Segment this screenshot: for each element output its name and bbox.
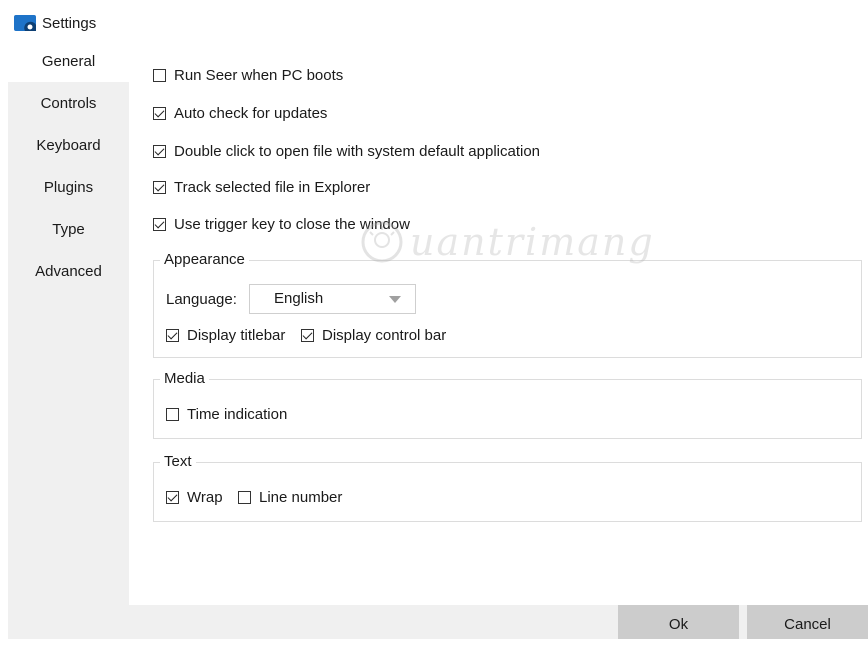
time-indication-checkbox[interactable] bbox=[166, 408, 179, 421]
option-wrap[interactable]: Wrap bbox=[166, 489, 223, 506]
text-group-title: Text bbox=[160, 453, 196, 470]
watermark-logo-icon bbox=[361, 221, 403, 263]
option-label: Display titlebar bbox=[187, 327, 286, 344]
option-double-click-open[interactable]: Double click to open file with system de… bbox=[153, 143, 540, 160]
display-titlebar-checkbox[interactable] bbox=[166, 329, 179, 342]
language-label: Language: bbox=[166, 291, 237, 308]
window-title: Settings bbox=[42, 14, 97, 32]
settings-sidebar: General Controls Keyboard Plugins Type A… bbox=[8, 42, 129, 605]
line-number-checkbox[interactable] bbox=[238, 491, 251, 504]
wrap-checkbox[interactable] bbox=[166, 491, 179, 504]
media-group-title: Media bbox=[160, 370, 209, 387]
option-time-indication[interactable]: Time indication bbox=[166, 406, 287, 423]
option-label: Wrap bbox=[187, 489, 223, 506]
trigger-key-close-checkbox[interactable] bbox=[153, 218, 166, 231]
option-label: Run Seer when PC boots bbox=[174, 67, 344, 84]
dialog-footer: Ok Cancel bbox=[8, 605, 868, 639]
watermark-text: uantrimang bbox=[410, 220, 655, 264]
language-select-value: English bbox=[274, 290, 324, 307]
sidebar-item-type[interactable]: Type bbox=[8, 212, 129, 248]
option-display-titlebar[interactable]: Display titlebar bbox=[166, 327, 285, 344]
chevron-down-icon bbox=[389, 296, 401, 303]
option-label: Track selected file in Explorer bbox=[174, 179, 371, 196]
sidebar-item-keyboard[interactable]: Keyboard bbox=[8, 128, 129, 164]
auto-check-updates-checkbox[interactable] bbox=[153, 107, 166, 120]
run-at-boot-checkbox[interactable] bbox=[153, 69, 166, 82]
watermark: uantrimang bbox=[360, 220, 655, 264]
cancel-button[interactable]: Cancel bbox=[747, 605, 868, 639]
option-label: Line number bbox=[259, 489, 343, 506]
option-auto-check-updates[interactable]: Auto check for updates bbox=[153, 105, 327, 122]
general-settings-panel: Run Seer when PC boots Auto check for up… bbox=[129, 42, 868, 605]
app-icon bbox=[14, 15, 36, 31]
media-group: Media Time indication bbox=[153, 370, 862, 439]
language-select[interactable]: English bbox=[249, 284, 416, 314]
option-label: Double click to open file with system de… bbox=[174, 143, 541, 160]
sidebar-item-general[interactable]: General bbox=[8, 44, 129, 80]
option-label: Time indication bbox=[187, 406, 288, 423]
sidebar-item-plugins[interactable]: Plugins bbox=[8, 170, 129, 206]
option-display-control-bar[interactable]: Display control bar bbox=[301, 327, 446, 344]
track-selected-file-checkbox[interactable] bbox=[153, 181, 166, 194]
option-label: Display control bar bbox=[322, 327, 447, 344]
sidebar-item-controls[interactable]: Controls bbox=[8, 86, 129, 122]
text-group: Text Wrap Line number bbox=[153, 453, 862, 522]
double-click-open-checkbox[interactable] bbox=[153, 145, 166, 158]
ok-button[interactable]: Ok bbox=[618, 605, 739, 639]
appearance-group-title: Appearance bbox=[160, 251, 249, 268]
option-run-at-boot[interactable]: Run Seer when PC boots bbox=[153, 67, 343, 84]
option-label: Auto check for updates bbox=[174, 105, 328, 122]
option-line-number[interactable]: Line number bbox=[238, 489, 342, 506]
option-track-selected-file[interactable]: Track selected file in Explorer bbox=[153, 179, 370, 196]
window-titlebar: Settings bbox=[14, 11, 96, 35]
sidebar-item-advanced[interactable]: Advanced bbox=[8, 254, 129, 290]
display-control-bar-checkbox[interactable] bbox=[301, 329, 314, 342]
appearance-group: Appearance Language: English Display tit… bbox=[153, 251, 862, 358]
